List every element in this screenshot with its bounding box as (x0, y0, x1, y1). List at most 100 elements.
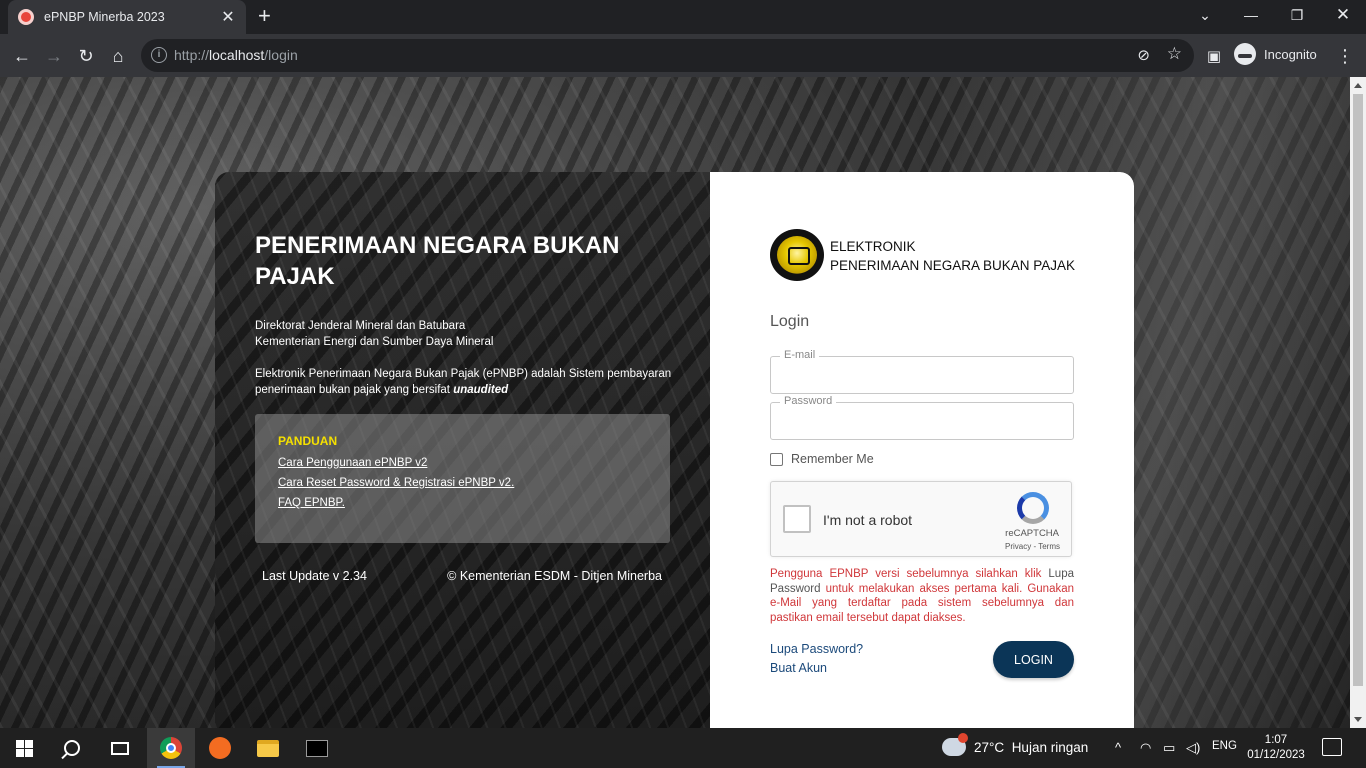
password-label: Password (780, 395, 837, 407)
volume-icon[interactable]: ◁) (1186, 740, 1200, 756)
folder-icon (257, 739, 279, 757)
recaptcha-widget: I'm not a robot reCAPTCHA Privacy - Term… (770, 481, 1072, 557)
esdm-logo (770, 229, 824, 281)
url-text[interactable]: http://localhost/login (174, 47, 298, 63)
chrome-icon (160, 737, 182, 759)
task-view-button[interactable] (96, 728, 144, 768)
recaptcha-checkbox[interactable] (783, 505, 811, 533)
info-panel: PENERIMAAN NEGARA BUKAN PAJAK Direktorat… (215, 172, 710, 728)
search-button[interactable] (48, 728, 96, 768)
previous-user-notice: Pengguna EPNBP versi sebelumnya silahkan… (770, 567, 1074, 625)
organization-text: Direktorat Jenderal Mineral dan Batubara… (255, 318, 493, 350)
battery-icon[interactable]: ▭ (1163, 740, 1175, 756)
forward-arrow-icon[interactable]: → (40, 42, 68, 70)
brand-line-1: ELEKTRONIK (830, 239, 916, 254)
close-window-button[interactable]: ✕ (1320, 0, 1366, 30)
email-input[interactable] (783, 365, 1063, 387)
page-scrollbar[interactable] (1350, 77, 1366, 728)
create-account-link[interactable]: Buat Akun (770, 661, 827, 675)
site-favicon-icon (18, 9, 34, 25)
clock-time: 1:07 (1264, 734, 1288, 746)
tracking-blocked-icon[interactable]: ⊘ (1137, 46, 1150, 64)
search-icon (64, 740, 80, 756)
tab-title: ePNBP Minerba 2023 (44, 10, 165, 24)
remember-me-label: Remember Me (791, 452, 874, 466)
forgot-password-link[interactable]: Lupa Password? (770, 642, 863, 656)
email-field[interactable]: E-mail (770, 349, 1074, 394)
notice-part-1: Pengguna EPNBP versi sebelumnya silahkan… (770, 568, 1042, 580)
recaptcha-brand: reCAPTCHA (1005, 528, 1059, 539)
login-card: PENERIMAAN NEGARA BUKAN PAJAK Direktorat… (215, 172, 1134, 728)
start-button[interactable] (0, 728, 48, 768)
login-button[interactable]: LOGIN (993, 641, 1074, 678)
recaptcha-label: I'm not a robot (823, 512, 913, 528)
description-emphasis: unaudited (453, 384, 509, 396)
last-update-text: Last Update v 2.34 (262, 569, 367, 583)
tray-expand-chevron-icon[interactable]: ^ (1115, 740, 1121, 755)
incognito-profile[interactable]: Incognito (1234, 43, 1317, 65)
back-arrow-icon[interactable]: ← (8, 42, 36, 70)
guide-box: PANDUAN Cara Penggunaan ePNBP v2 Cara Re… (255, 414, 670, 543)
org-line-1: Direktorat Jenderal Mineral dan Batubara (255, 320, 466, 332)
brand-text: ELEKTRONIK PENERIMAAN NEGARA BUKAN PAJAK (830, 237, 1075, 275)
task-view-icon (111, 741, 129, 755)
notification-center-icon[interactable] (1322, 738, 1342, 756)
clock-date: 01/12/2023 (1247, 749, 1305, 761)
browser-menu-icon[interactable]: ⋮ (1331, 42, 1359, 70)
incognito-label: Incognito (1264, 46, 1317, 62)
copyright-text: © Kementerian ESDM - Ditjen Minerba (447, 569, 662, 583)
page-title: PENERIMAAN NEGARA BUKAN PAJAK (255, 232, 620, 290)
weather-cloud-icon (942, 733, 968, 756)
home-icon[interactable]: ⌂ (104, 42, 132, 70)
scroll-down-icon[interactable] (1354, 717, 1362, 722)
org-line-2: Kementerian Energi dan Sumber Daya Miner… (255, 336, 494, 348)
recaptcha-logo-icon (1017, 492, 1049, 524)
network-icon[interactable]: ◠ (1140, 740, 1151, 756)
email-label: E-mail (780, 349, 820, 361)
login-form-panel: ELEKTRONIK PENERIMAAN NEGARA BUKAN PAJAK… (710, 172, 1134, 728)
weather-text: Hujan ringan (1011, 739, 1089, 755)
side-panel-icon[interactable]: ▣ (1200, 42, 1228, 70)
language-indicator[interactable]: ENG (1212, 740, 1237, 752)
taskbar-app-feather[interactable] (196, 728, 244, 768)
browser-tab[interactable]: ePNBP Minerba 2023 ✕ (8, 0, 246, 34)
recaptcha-privacy-terms[interactable]: Privacy - Terms (1005, 542, 1060, 551)
taskbar-terminal[interactable] (293, 728, 341, 768)
windows-logo-icon (15, 739, 33, 757)
restore-button[interactable]: ❐ (1274, 0, 1320, 30)
incognito-icon (1234, 43, 1256, 65)
info-footer: Last Update v 2.34 © Kementerian ESDM - … (262, 569, 662, 583)
address-bar[interactable]: i http://localhost/login ⊘ ☆ (141, 39, 1194, 72)
reload-icon[interactable]: ↻ (72, 42, 100, 70)
windows-taskbar: 27°C Hujan ringan ^ ◠ ▭ ◁) ENG 1:07 01/1… (0, 728, 1366, 768)
new-tab-button[interactable]: + (258, 5, 271, 27)
weather-temp: 27°C (974, 739, 1005, 755)
tab-search-icon[interactable]: ⌄ (1182, 0, 1228, 30)
brand-line-2: PENERIMAAN NEGARA BUKAN PAJAK (830, 258, 1076, 273)
weather-widget[interactable]: 27°C Hujan ringan (942, 733, 1089, 756)
scroll-thumb[interactable] (1353, 94, 1363, 686)
description-text: Elektronik Penerimaan Negara Bukan Pajak… (255, 366, 675, 398)
remember-me[interactable]: Remember Me (770, 452, 874, 466)
password-input[interactable] (783, 411, 1063, 433)
browser-toolbar: ← → ↻ ⌂ i http://localhost/login ⊘ ☆ ▣ I… (0, 34, 1366, 77)
clock[interactable]: 1:07 01/12/2023 (1247, 733, 1305, 763)
tab-close-icon[interactable]: ✕ (220, 7, 236, 27)
password-field[interactable]: Password (770, 395, 1074, 440)
remember-me-checkbox[interactable] (770, 452, 783, 466)
guide-link-usage[interactable]: Cara Penggunaan ePNBP v2 (278, 457, 647, 469)
feather-app-icon (209, 737, 231, 759)
bookmark-star-icon[interactable]: ☆ (1167, 44, 1182, 64)
site-info-icon[interactable]: i (151, 47, 167, 63)
taskbar-file-explorer[interactable] (244, 728, 292, 768)
login-heading: Login (770, 313, 810, 330)
scroll-up-icon[interactable] (1354, 83, 1362, 88)
guide-link-faq[interactable]: FAQ EPNBP. (278, 497, 647, 509)
page-background: PENERIMAAN NEGARA BUKAN PAJAK Direktorat… (0, 77, 1350, 728)
minimize-button[interactable]: — (1228, 0, 1274, 30)
guide-link-reset-password[interactable]: Cara Reset Password & Registrasi ePNBP v… (278, 477, 647, 489)
terminal-icon (306, 739, 328, 757)
taskbar-chrome[interactable] (147, 728, 195, 768)
guide-heading: PANDUAN (278, 434, 338, 448)
browser-tabbar: ePNBP Minerba 2023 ✕ + ⌄ — ❐ ✕ (0, 0, 1366, 34)
